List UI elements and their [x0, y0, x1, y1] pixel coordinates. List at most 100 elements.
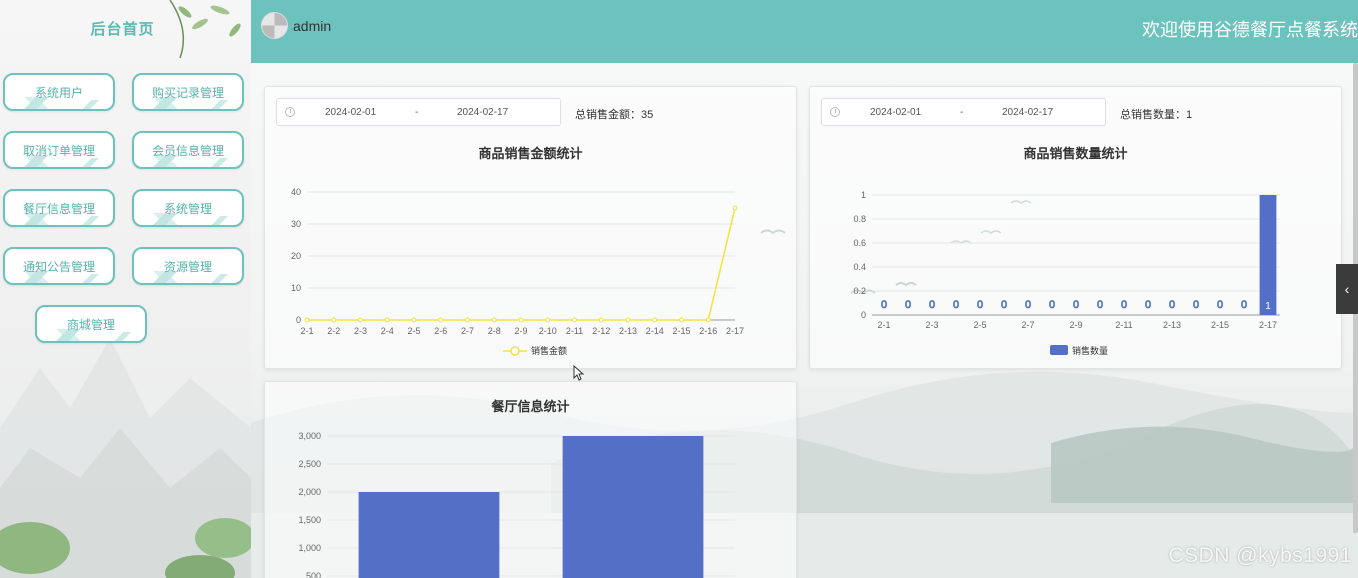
sidebar-item-system-users[interactable]: 系统用户 [3, 73, 115, 111]
sales-count-chart: 0 0.2 0.4 0.6 0.8 1 0 0 0 0 0 0 0 0 0 0 0 0 0 0 0 0 1 2-1 2-3 2-5… [853, 190, 1280, 356]
sales-count-card: 2024-02-01 - 2024-02-17 总销售数量：1 商品销售数量统计… [809, 86, 1342, 369]
data-point [518, 317, 524, 323]
y-tick-label: 500 [306, 571, 321, 578]
date-separator: - [415, 107, 419, 118]
sidebar-item-label: 资源管理 [163, 259, 212, 274]
date-separator: - [960, 107, 964, 118]
y-tick-label: 0.8 [853, 214, 866, 224]
data-point [358, 317, 363, 323]
data-label: 0 [953, 299, 959, 311]
restaurant-info-card: 餐厅信息统计 500 1,000 1,500 2,000 2,500 3,000 [264, 381, 797, 578]
x-tick-label: 2-9 [514, 326, 527, 336]
clock-icon [285, 107, 295, 117]
data-label: 0 [1073, 299, 1079, 311]
dashboard-main: 2024-02-01 - 2024-02-17 总销售金额：35 商品销售金额统… [251, 63, 1358, 578]
data-label: 0 [905, 299, 911, 311]
x-tick-label: 2-3 [354, 326, 367, 336]
data-label: 0 [881, 299, 887, 311]
sidebar-item-label: 系统管理 [163, 201, 212, 216]
end-date: 2024-02-17 [1002, 107, 1054, 118]
x-tick-label: 2-13 [1163, 320, 1181, 330]
data-point [331, 317, 337, 323]
x-tick-label: 2-11 [1115, 320, 1132, 330]
data-point [304, 317, 310, 323]
data-label: 0 [977, 299, 983, 311]
x-tick-label: 2-15 [672, 326, 690, 336]
series-line [307, 207, 736, 321]
x-tick-label: 2-14 [646, 326, 664, 336]
y-tick-label: 10 [291, 283, 301, 293]
data-point [491, 317, 497, 323]
side-panel-toggle[interactable]: ‹ [1336, 264, 1358, 314]
data-point [598, 317, 604, 323]
x-tick-label: 2-17 [1259, 320, 1277, 330]
y-tick-label: 1,500 [298, 515, 321, 525]
sidebar-item-label: 取消订单管理 [22, 143, 95, 158]
sidebar-item-mall[interactable]: 商城管理 [35, 305, 147, 343]
data-point [465, 317, 470, 323]
chart-title: 商品销售数量统计 [1023, 146, 1128, 161]
sidebar-item-system-management[interactable]: 系统管理 [132, 189, 244, 227]
x-tick-label: 2-7 [461, 326, 474, 336]
y-tick-label: 0.2 [853, 286, 866, 296]
y-tick-label: 0.6 [853, 238, 866, 248]
data-label: 0 [1097, 299, 1103, 311]
sales-amount-chart: 0 10 20 30 40 2-1 2-2 2-3 2-4 2-5 2-6 2-7 2-8 2-9 2-10… [291, 187, 744, 356]
sales-amount-date-range[interactable]: 2024-02-01 - 2024-02-17 [276, 98, 561, 126]
sidebar-item-label: 会员信息管理 [151, 143, 224, 158]
clock-icon [830, 107, 840, 117]
sales-count-date-range[interactable]: 2024-02-01 - 2024-02-17 [821, 98, 1106, 126]
data-label: 0 [1217, 299, 1223, 311]
mouse-cursor-icon [573, 365, 585, 381]
sidebar-item-announcements[interactable]: 通知公告管理 [3, 247, 115, 285]
bar [358, 492, 500, 578]
y-tick-label: 30 [291, 219, 301, 229]
y-tick-label: 1 [861, 190, 866, 200]
legend-point-symbol [510, 346, 520, 356]
y-tick-label: 40 [291, 187, 301, 197]
start-date: 2024-02-01 [325, 107, 377, 118]
sales-amount-card: 2024-02-01 - 2024-02-17 总销售金额：35 商品销售金额统… [264, 86, 797, 369]
data-point [411, 317, 417, 323]
x-tick-label: 2-7 [1021, 320, 1034, 330]
data-label: 1 [1265, 301, 1271, 312]
sidebar-item-label: 商城管理 [66, 317, 115, 332]
y-tick-label: 2,000 [298, 487, 321, 497]
x-tick-label: 2-16 [699, 326, 717, 336]
restaurant-info-chart: 500 1,000 1,500 2,000 2,500 3,000 [298, 431, 735, 578]
data-point [652, 317, 658, 323]
legend-bar-symbol [1050, 345, 1068, 355]
username[interactable]: admin [293, 18, 331, 34]
sidebar-item-member-info[interactable]: 会员信息管理 [132, 131, 244, 169]
chevron-left-icon: ‹ [1344, 281, 1350, 297]
x-tick-label: 2-12 [592, 326, 610, 336]
data-point [732, 205, 738, 211]
sidebar-item-label: 系统用户 [34, 85, 83, 100]
total-sales-amount: 总销售金额：35 [575, 109, 654, 121]
data-label: 0 [1169, 299, 1175, 311]
x-tick-label: 2-9 [1069, 320, 1082, 330]
sidebar-item-purchase-records[interactable]: 购买记录管理 [132, 73, 244, 111]
data-label: 0 [1145, 299, 1151, 311]
y-tick-label: 0.4 [853, 262, 866, 272]
end-date: 2024-02-17 [457, 107, 509, 118]
data-point [384, 317, 390, 323]
y-tick-label: 20 [291, 251, 301, 261]
avatar[interactable] [261, 12, 288, 39]
sidebar-title[interactable]: 后台首页 [0, 18, 245, 39]
sidebar-item-restaurant-info[interactable]: 餐厅信息管理 [3, 189, 115, 227]
y-tick-label: 0 [861, 310, 866, 320]
data-point [545, 317, 551, 323]
top-header: admin 欢迎使用谷德餐厅点餐系统 [251, 0, 1358, 63]
x-tick-label: 2-1 [877, 320, 890, 330]
sidebar-item-resources[interactable]: 资源管理 [132, 247, 244, 285]
x-tick-label: 2-8 [488, 326, 501, 336]
sidebar-item-cancelled-orders[interactable]: 取消订单管理 [3, 131, 115, 169]
data-label: 0 [1025, 299, 1031, 311]
data-label: 0 [929, 299, 935, 311]
data-point [572, 317, 577, 323]
total-sales-count: 总销售数量：1 [1120, 109, 1193, 121]
legend-label: 销售数量 [1072, 345, 1108, 356]
bar [1259, 195, 1277, 315]
welcome-text: 欢迎使用谷德餐厅点餐系统 [1142, 20, 1358, 40]
